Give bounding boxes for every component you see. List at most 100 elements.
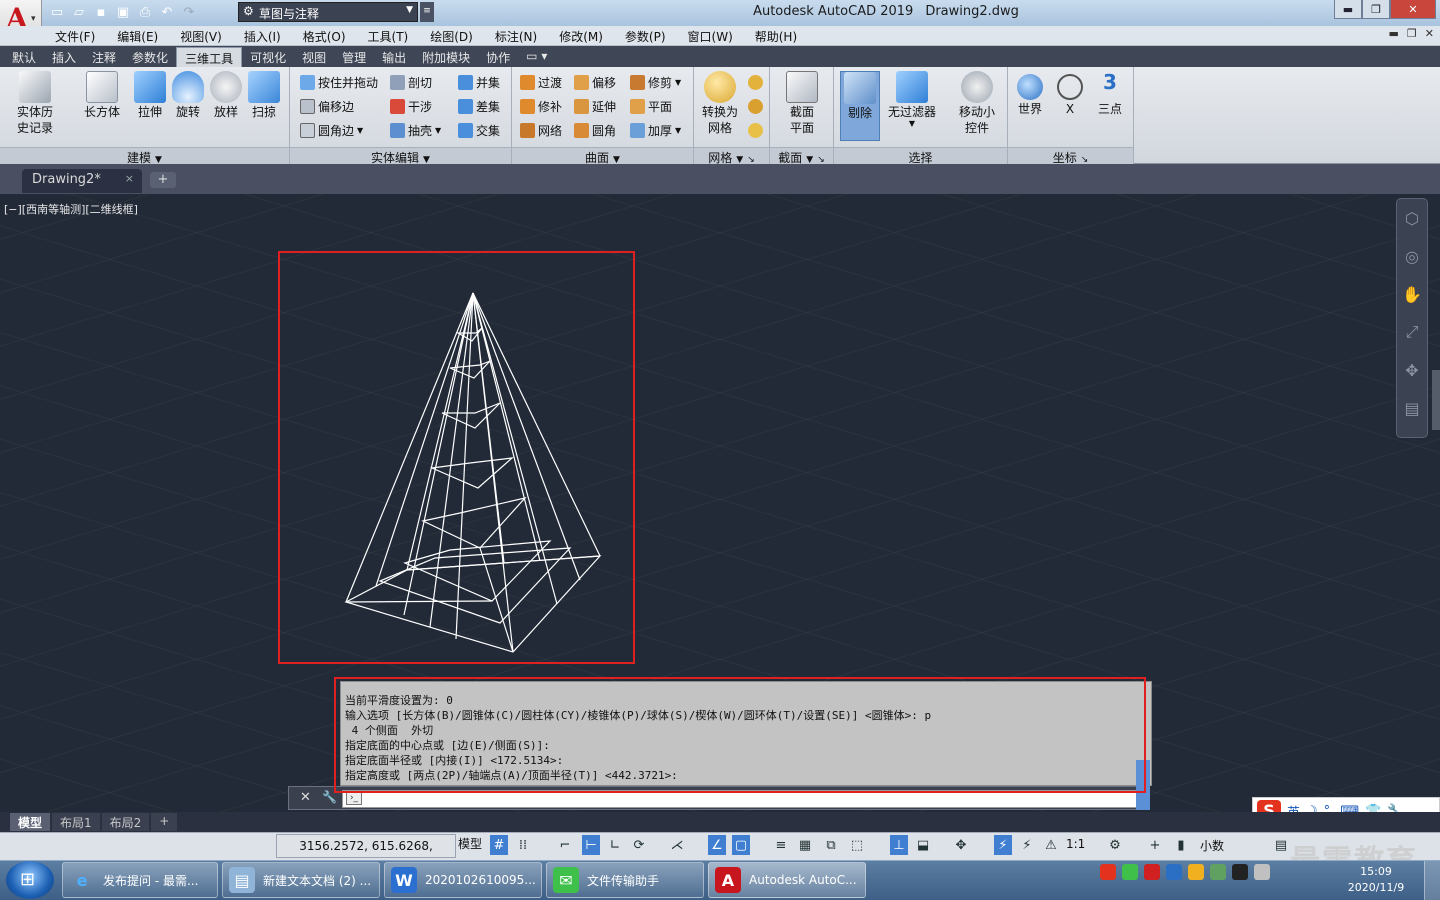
gizmo-icon[interactable]: ✥ — [952, 835, 970, 855]
selection-filter-icon[interactable]: ⬓ — [914, 835, 932, 855]
network-button[interactable]: 网络 — [520, 119, 562, 141]
zoom-icon[interactable]: ⤢ — [1397, 313, 1427, 351]
taskbar-autocad[interactable]: A Autodesk AutoC... — [708, 862, 866, 898]
tab-manage[interactable]: 管理 — [334, 47, 374, 67]
steering-wheel-icon[interactable]: ◎ — [1397, 237, 1427, 275]
pan-icon[interactable]: ✋ — [1397, 275, 1427, 313]
menu-draw[interactable]: 绘图(D) — [419, 28, 484, 44]
tab-parametric[interactable]: 参数化 — [124, 47, 176, 67]
save-as-icon[interactable]: ▣ — [114, 3, 132, 21]
menu-format[interactable]: 格式(O) — [292, 28, 357, 44]
save-icon[interactable]: ▪ — [92, 3, 110, 21]
sweep-button[interactable]: 扫掠 — [242, 71, 286, 120]
panel-label-section[interactable]: 截面 ▼ ↘ — [770, 147, 833, 165]
tab-model[interactable]: 模型 — [10, 813, 51, 831]
tab-layout2[interactable]: 布局2 — [101, 813, 150, 831]
tab-overflow[interactable]: ▭ ▾ — [518, 47, 555, 67]
ucs-x-button[interactable]: X — [1050, 71, 1090, 117]
panel-label-selection[interactable]: 选择 — [834, 147, 1007, 165]
ortho-icon[interactable]: ∟ — [606, 835, 624, 855]
auto-scale-icon[interactable]: ⚡ — [1018, 835, 1036, 855]
section-plane-button[interactable]: 截面平面 — [780, 71, 824, 136]
taskbar-ie[interactable]: e 发布提问 - 最需... — [62, 862, 218, 898]
menu-dimension[interactable]: 标注(N) — [484, 28, 548, 44]
dynamic-ucs-icon[interactable]: ⊥ — [890, 835, 908, 855]
viewport-scrollbar[interactable] — [1432, 370, 1440, 430]
open-icon[interactable]: ▱ — [70, 3, 88, 21]
patch-button[interactable]: 修补 — [520, 95, 562, 117]
units-selector[interactable]: 小数 — [1200, 837, 1224, 854]
wechat-tray-icon[interactable] — [1122, 864, 1138, 880]
volume-tray-icon[interactable] — [1254, 864, 1270, 880]
menu-tools[interactable]: 工具(T) — [357, 28, 420, 44]
doc-close-icon[interactable]: ✕ — [1425, 27, 1434, 40]
culling-button[interactable]: 剔除 — [840, 71, 880, 141]
object-snap-tracking-icon[interactable]: ∠ — [708, 835, 726, 855]
polar-icon[interactable]: ⟳ — [630, 835, 648, 855]
taskbar-notepad[interactable]: ▤ 新建文本文档 (2) ... — [222, 862, 380, 898]
tab-insert[interactable]: 插入 — [44, 47, 84, 67]
units-icon[interactable]: ▮ — [1172, 835, 1190, 855]
convert-to-mesh-button[interactable]: 转换为网格 — [698, 71, 742, 136]
taskbar-wechat[interactable]: ✉ 文件传输助手 — [546, 862, 704, 898]
mesh-tool-3[interactable] — [748, 119, 763, 141]
thicken-button[interactable]: 加厚 ▼ — [630, 119, 681, 141]
add-layout-button[interactable]: + — [151, 813, 178, 831]
new-icon[interactable]: ▭ — [48, 3, 66, 21]
menu-help[interactable]: 帮助(H) — [744, 28, 808, 44]
isodraft-icon[interactable]: ⋌ — [668, 835, 686, 855]
annotation-scale-icon[interactable]: ⚠ — [1042, 835, 1060, 855]
customize-qat-button[interactable]: ≡ — [420, 2, 434, 22]
nvidia-tray-icon[interactable] — [1210, 864, 1226, 880]
extend-button[interactable]: 延伸 — [574, 95, 616, 117]
surface-fillet-button[interactable]: 圆角 — [574, 119, 616, 141]
security-tray-icon[interactable] — [1166, 864, 1182, 880]
tab-output[interactable]: 输出 — [374, 47, 414, 67]
tab-visualize[interactable]: 可视化 — [242, 47, 294, 67]
network-tray-icon[interactable] — [1188, 864, 1204, 880]
offset-edge-button[interactable]: 偏移边 — [300, 95, 354, 117]
orbit-icon[interactable]: ✥ — [1397, 351, 1427, 389]
blend-button[interactable]: 过渡 — [520, 71, 562, 93]
tab-addins[interactable]: 附加模块 — [414, 47, 478, 67]
annotation-visibility-icon[interactable]: ⚡ — [994, 835, 1012, 855]
box-button[interactable]: 长方体 — [80, 71, 124, 120]
clock[interactable]: 15:09 2020/11/9 — [1346, 864, 1406, 896]
ucs-3point-button[interactable]: 3 三点 — [1090, 71, 1130, 117]
menu-window[interactable]: 窗口(W) — [677, 28, 744, 44]
3d-osnap-icon[interactable]: ⬚ — [848, 835, 866, 855]
maximize-button[interactable]: ❐ — [1362, 0, 1390, 19]
new-tab-button[interactable]: + — [150, 172, 176, 188]
viewport-controls-label[interactable]: [−][西南等轴测][二维线框] — [4, 201, 138, 217]
file-tab-drawing2[interactable]: Drawing2* × — [22, 169, 142, 193]
dynamic-input-icon[interactable]: ⊢ — [582, 835, 600, 855]
annotation-scale[interactable]: 1:1 — [1066, 837, 1085, 851]
menu-file[interactable]: 文件(F) — [44, 28, 106, 44]
print-icon[interactable]: ⎙ — [136, 3, 154, 21]
sogou-tray-icon[interactable] — [1100, 864, 1116, 880]
qq-tray-icon[interactable] — [1232, 864, 1248, 880]
subtract-button[interactable]: 差集 — [458, 95, 500, 117]
model-space-toggle[interactable]: 模型 — [458, 835, 482, 852]
tab-collaborate[interactable]: 协作 — [478, 47, 518, 67]
close-button[interactable]: ✕ — [1390, 0, 1436, 19]
selection-cycling-icon[interactable]: ⧉ — [822, 835, 840, 855]
infer-constraints-icon[interactable]: ⌐ — [556, 835, 574, 855]
redo-icon[interactable]: ↷ — [180, 3, 198, 21]
workspace-switch-icon[interactable]: ⚙ — [1106, 835, 1124, 855]
slice-button[interactable]: 剖切 — [390, 71, 432, 93]
minimize-button[interactable]: ▬ — [1334, 0, 1362, 19]
tab-3d-tools[interactable]: 三维工具 — [176, 47, 243, 67]
mesh-tool-2[interactable] — [748, 95, 763, 117]
trim-button[interactable]: 修剪 ▼ — [630, 71, 681, 93]
menu-view[interactable]: 视图(V) — [169, 28, 233, 44]
panel-label-coordinates[interactable]: 坐标 ↘ — [1008, 147, 1133, 165]
lineweight-icon[interactable]: ≡ — [772, 835, 790, 855]
solid-history-button[interactable]: 实体历史记录 — [8, 71, 62, 136]
panel-label-mesh[interactable]: 网格 ▼ ↘ — [694, 147, 769, 165]
show-desktop-button[interactable] — [1424, 861, 1440, 900]
doc-minimize-icon[interactable]: ▬ — [1389, 27, 1399, 40]
doc-restore-icon[interactable]: ❐ — [1407, 27, 1417, 40]
quick-properties-icon[interactable]: ▤ — [1272, 835, 1290, 855]
panel-label-solid-editing[interactable]: 实体编辑 ▼ — [290, 147, 511, 165]
